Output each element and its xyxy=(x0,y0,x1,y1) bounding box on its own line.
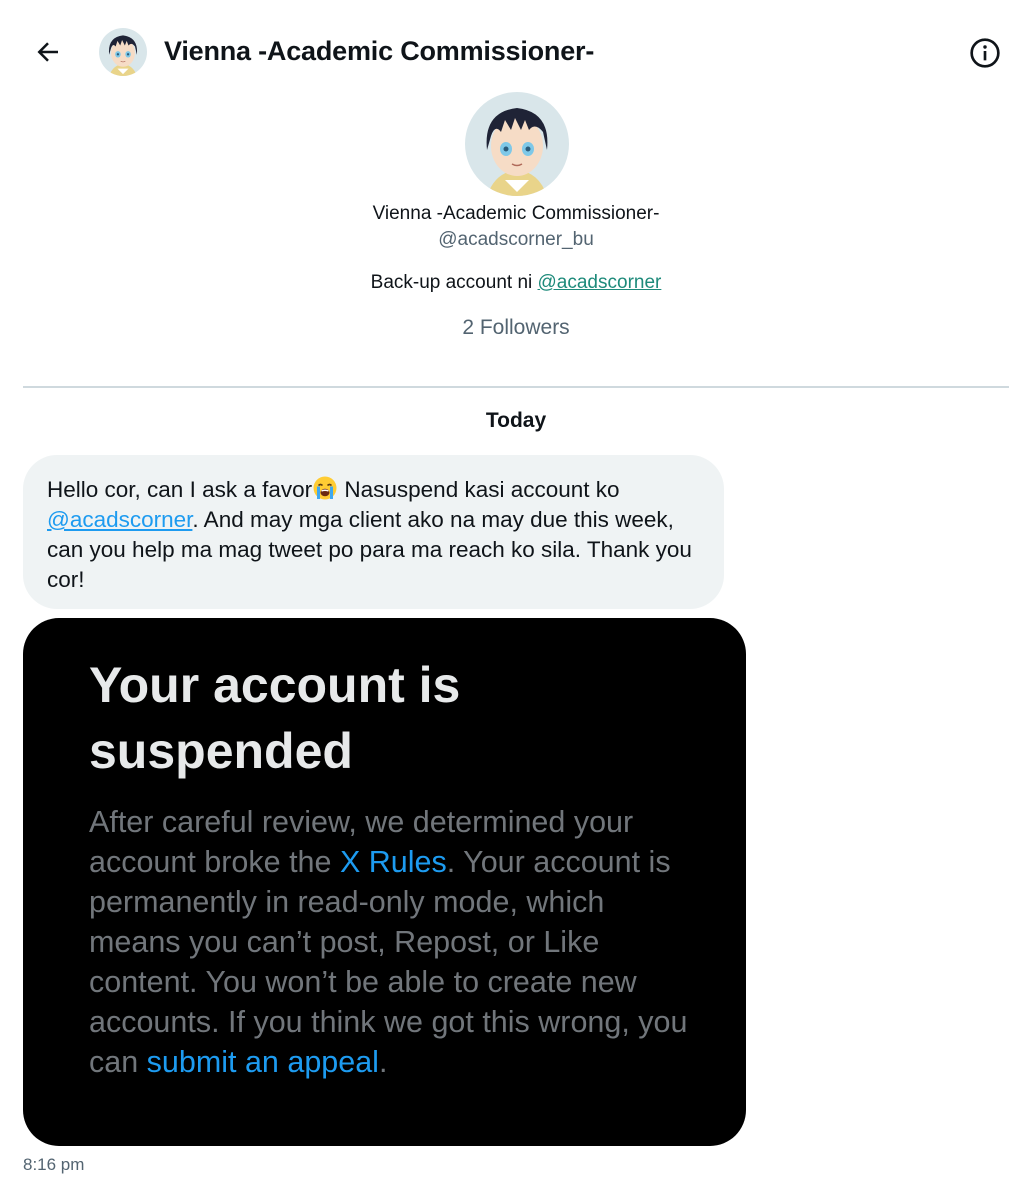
profile-name[interactable]: Vienna -Academic Commissioner- xyxy=(0,203,1032,225)
conversation-info-button[interactable] xyxy=(964,32,1006,74)
message-text: Hello cor, can I ask a favor xyxy=(47,477,313,502)
message-mention-link[interactable]: @acadscorner xyxy=(47,507,192,532)
conversation-header: Vienna -Academic Commissioner- xyxy=(0,0,1032,104)
profile-bio-text: Back-up account ni xyxy=(370,272,538,293)
followers-count[interactable]: 2 Followers xyxy=(0,316,1032,340)
x-rules-link: X Rules xyxy=(339,845,447,879)
bio-mention-link[interactable]: @acadscorner xyxy=(538,272,662,293)
message-text: Nasuspend kasi account ko xyxy=(338,477,620,502)
back-button[interactable] xyxy=(28,32,68,72)
media-attachment-image[interactable]: Your account is suspended After careful … xyxy=(23,618,746,1146)
date-separator: Today xyxy=(485,409,547,432)
profile-avatar[interactable] xyxy=(465,92,569,196)
divider xyxy=(23,386,1009,388)
message-bubble[interactable]: Hello cor, can I ask a favor Nasuspend k… xyxy=(23,455,724,609)
arrow-left-icon xyxy=(37,42,58,62)
suspension-body: After careful review, we determined your… xyxy=(89,802,689,1082)
avatar[interactable] xyxy=(99,28,147,76)
message-timestamp: 8:16 pm xyxy=(23,1155,85,1174)
profile-bio: Back-up account ni @acadscorner xyxy=(0,272,1032,294)
suspension-text: . xyxy=(378,1045,388,1079)
anime-avatar-image xyxy=(465,92,569,196)
suspension-heading: Your account is suspended xyxy=(89,657,461,779)
header-title[interactable]: Vienna -Academic Commissioner- xyxy=(164,36,594,67)
loudly-crying-face-emoji xyxy=(313,476,337,500)
suspension-text: . Your account is permanently in read-on… xyxy=(89,845,688,1079)
anime-avatar-image xyxy=(99,28,147,76)
info-circle-icon xyxy=(970,38,1000,68)
profile-handle[interactable]: @acadscorner_bu xyxy=(0,229,1032,251)
submit-appeal-link: submit an appeal xyxy=(146,1045,379,1079)
